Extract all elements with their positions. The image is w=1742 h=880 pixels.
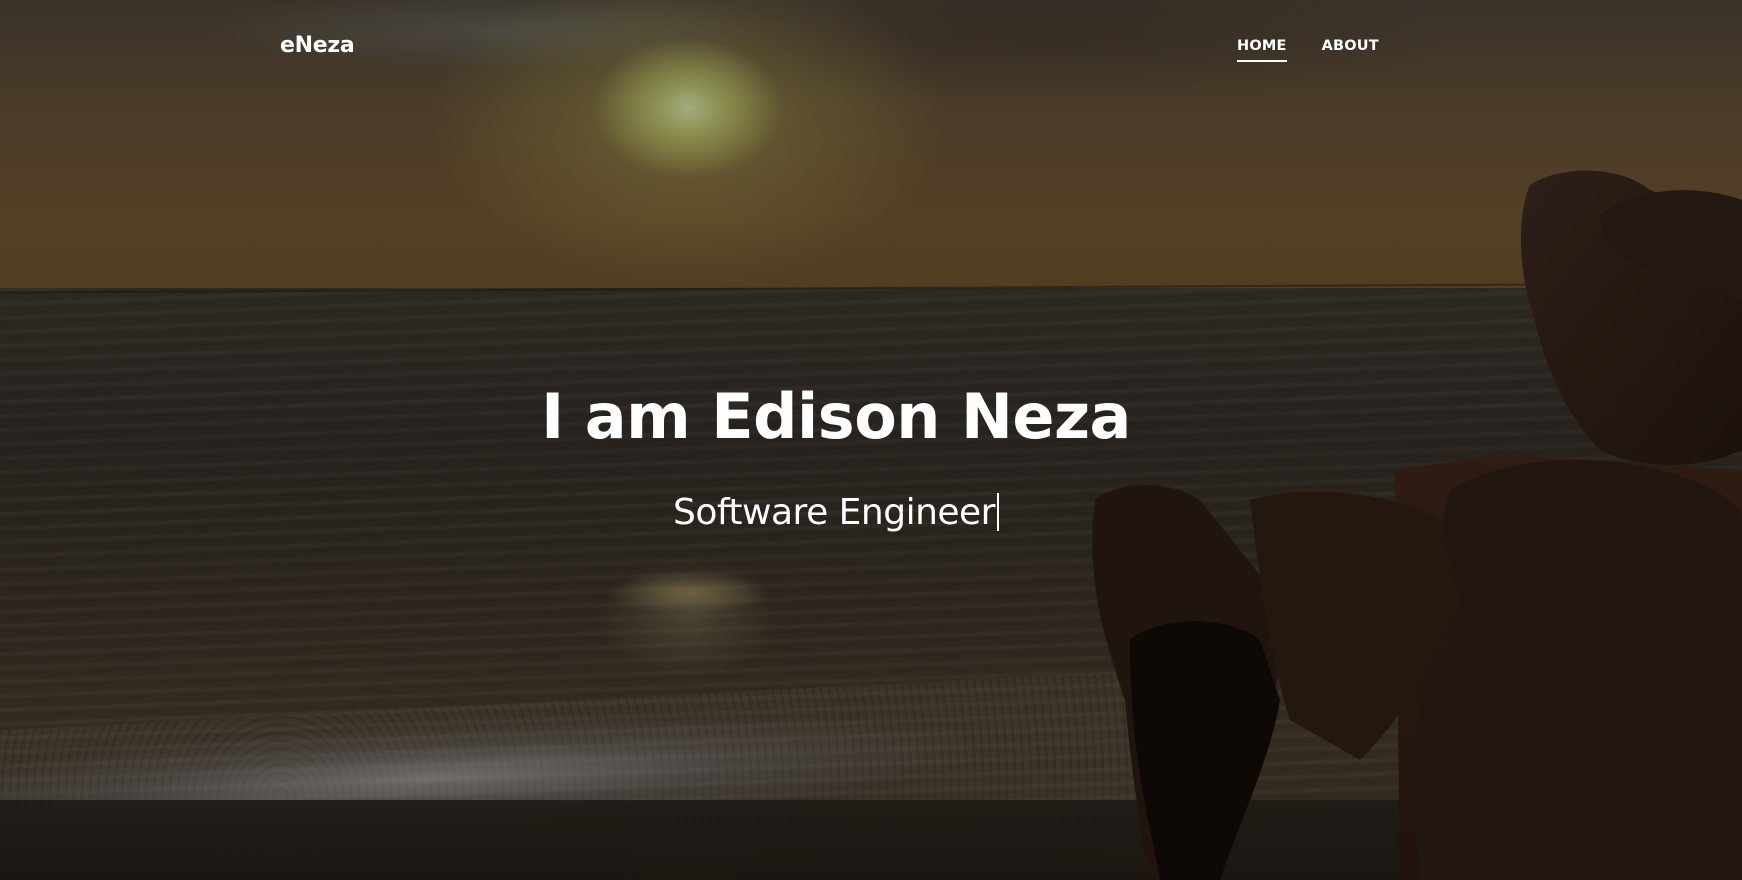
hero-title: I am Edison Neza (541, 380, 1131, 453)
hero-section: eNeza HOME ABOUT I am Edison Neza Softwa… (0, 0, 1742, 880)
hero-subtitle-wrapper: Software Engineer (0, 492, 1672, 533)
nav-link-home[interactable]: HOME (1237, 38, 1287, 62)
nav-link-about[interactable]: ABOUT (1322, 38, 1379, 62)
hero-subtitle: Software Engineer (673, 492, 995, 533)
navbar: eNeza HOME ABOUT (0, 0, 1742, 96)
brand-logo-link[interactable]: eNeza (280, 33, 355, 58)
typing-cursor (996, 493, 999, 531)
nav-links: HOME ABOUT (1237, 38, 1414, 62)
